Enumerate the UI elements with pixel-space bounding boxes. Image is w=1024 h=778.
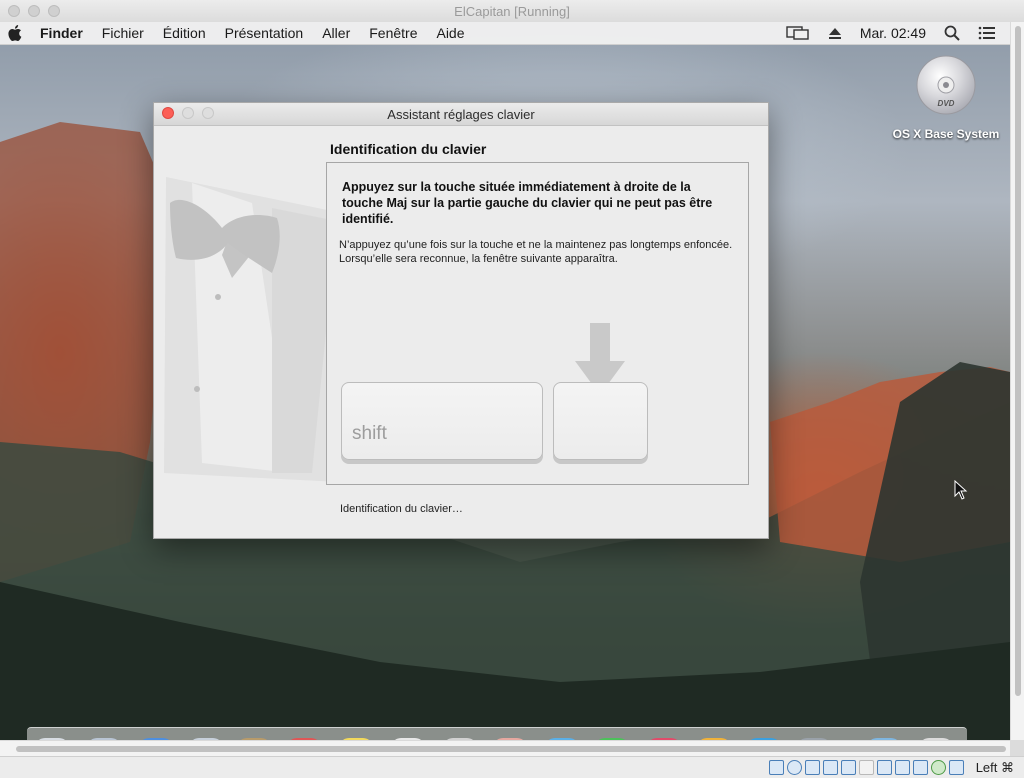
dialog-title: Assistant réglages clavier [387,107,535,122]
instruction-primary-text: Appuyez sur la touche située immédiateme… [342,180,713,226]
target-key-illustration [553,382,648,460]
audio-status-icon[interactable] [805,760,820,775]
instruction-panel: Appuyez sur la touche située immédiateme… [326,162,749,485]
guest-screen: Finder Fichier Édition Présentation Alle… [0,22,1010,740]
dvd-text: DVD [938,99,955,108]
notification-center-icon[interactable] [978,26,996,40]
optical-drive-status-icon[interactable] [787,760,802,775]
mouse-integration-status-icon[interactable] [949,760,964,775]
menu-fichier[interactable]: Fichier [102,25,144,41]
menu-bar: Finder Fichier Édition Présentation Alle… [0,22,1010,45]
virtualization-status-icon[interactable] [913,760,928,775]
video-capture-status-icon[interactable] [895,760,910,775]
spotlight-search-icon[interactable] [944,25,960,41]
menu-fenetre[interactable]: Fenêtre [369,25,417,41]
dvd-disc-icon: DVD [916,55,976,115]
vm-status-bar: Left ⌘ [0,756,1024,778]
menu-presentation[interactable]: Présentation [225,25,304,41]
apple-icon[interactable] [8,25,22,41]
menu-app-finder[interactable]: Finder [40,25,83,41]
mouse-cursor-icon [954,480,968,500]
dock [27,727,967,740]
menu-aller[interactable]: Aller [322,25,350,41]
shift-key-label: shift [352,423,387,444]
horizontal-scrollbar-thumb[interactable] [16,746,1006,752]
dialog-titlebar[interactable]: Assistant réglages clavier [154,103,768,126]
vertical-scrollbar-thumb[interactable] [1015,26,1021,696]
eject-icon[interactable] [828,26,842,40]
shared-folders-status-icon[interactable] [859,760,874,775]
menu-clock[interactable]: Mar. 02:49 [860,25,926,41]
guest-additions-status-icon[interactable] [931,760,946,775]
menu-edition[interactable]: Édition [163,25,206,41]
host-key-indicator: Left ⌘ [975,760,1014,775]
usb-status-icon[interactable] [841,760,856,775]
menu-aide[interactable]: Aide [436,25,464,41]
host-window-title: ElCapitan [Running] [454,4,570,19]
display-mirroring-icon[interactable] [786,25,810,41]
vertical-scrollbar[interactable] [1010,22,1024,740]
host-titlebar: ElCapitan [Running] [0,0,1024,23]
display-status-icon[interactable] [877,760,892,775]
identification-status: Identification du clavier… [340,503,463,515]
section-heading: Identification du clavier [330,141,487,157]
horizontal-scrollbar[interactable] [0,740,1010,757]
keyboard-setup-dialog: Assistant réglages clavier Identificatio… [153,102,769,539]
network-status-icon[interactable] [823,760,838,775]
desktop-volume-label: OS X Base System [892,127,1000,141]
instruction-secondary-text: N’appuyez qu’une fois sur la touche et n… [339,239,733,265]
hard-disk-status-icon[interactable] [769,760,784,775]
shift-key-illustration: shift [341,382,543,460]
desktop-volume-os-x-base-system[interactable]: DVD OS X Base System [886,54,1006,141]
